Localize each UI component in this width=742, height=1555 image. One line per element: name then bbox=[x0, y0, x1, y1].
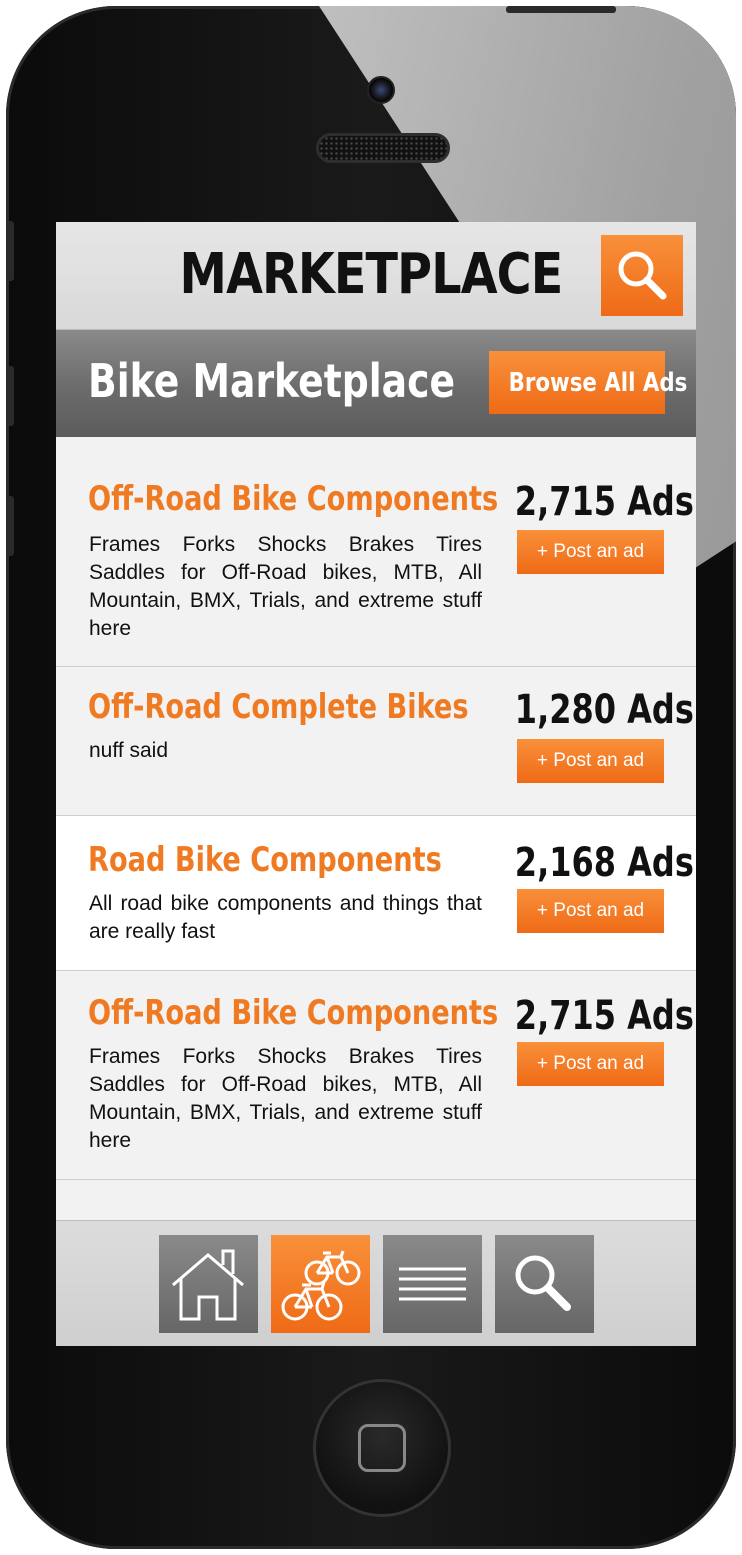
post-ad-button[interactable]: + Post an ad bbox=[517, 1042, 664, 1086]
nav-search-button[interactable] bbox=[495, 1235, 594, 1333]
category-description: Frames Forks Shocks Brakes Tires Saddles… bbox=[89, 533, 482, 640]
category-item[interactable]: Off-Road Complete Bikes nuff said 1,280 … bbox=[56, 667, 696, 816]
app-screen: MARKETPLACE Bike Marketplace Browse All … bbox=[56, 222, 696, 1346]
bottom-nav bbox=[56, 1220, 696, 1346]
bikes-icon bbox=[281, 1250, 361, 1321]
post-ad-button[interactable]: + Post an ad bbox=[517, 889, 664, 933]
category-description: nuff said bbox=[89, 739, 169, 762]
category-name[interactable]: Off-Road Bike Components bbox=[88, 993, 498, 1033]
post-ad-button[interactable]: + Post an ad bbox=[517, 739, 664, 783]
mute-switch bbox=[6, 221, 14, 281]
volume-up-button bbox=[6, 366, 14, 426]
nav-bikes-button[interactable] bbox=[271, 1235, 370, 1333]
section-header: Bike Marketplace Browse All Ads bbox=[56, 330, 696, 437]
category-ad-count: 2,168 Ads bbox=[514, 840, 694, 886]
browse-all-ads-button[interactable]: Browse All Ads bbox=[489, 351, 687, 414]
menu-lines-icon bbox=[399, 1267, 466, 1301]
category-name[interactable]: Off-Road Bike Components bbox=[88, 479, 498, 519]
header-search-button[interactable] bbox=[601, 235, 683, 316]
category-name[interactable]: Road Bike Components bbox=[88, 840, 442, 880]
power-button bbox=[506, 6, 616, 13]
category-list: Off-Road Bike Components Frames Forks Sh… bbox=[56, 437, 696, 1180]
app-header: MARKETPLACE bbox=[56, 222, 696, 330]
front-camera bbox=[367, 76, 395, 104]
post-ad-button[interactable]: + Post an ad bbox=[517, 530, 664, 574]
nav-list-button[interactable] bbox=[383, 1235, 482, 1333]
category-description: Frames Forks Shocks Brakes Tires Saddles… bbox=[89, 1045, 482, 1152]
home-icon bbox=[172, 1249, 244, 1321]
earpiece-speaker bbox=[316, 133, 450, 163]
home-button-square-icon bbox=[358, 1424, 406, 1472]
category-item[interactable]: Off-Road Bike Components Frames Forks Sh… bbox=[56, 437, 696, 667]
nav-home-button[interactable] bbox=[159, 1235, 258, 1333]
category-ad-count: 1,280 Ads bbox=[514, 687, 694, 733]
volume-down-button bbox=[6, 496, 14, 556]
section-title: Bike Marketplace bbox=[88, 354, 456, 408]
category-description: All road bike components and things that… bbox=[89, 892, 482, 943]
search-icon bbox=[618, 251, 667, 300]
category-ad-count: 2,715 Ads bbox=[514, 479, 694, 525]
category-name[interactable]: Off-Road Complete Bikes bbox=[88, 687, 469, 727]
app-title: MARKETPLACE bbox=[179, 242, 564, 307]
search-icon bbox=[515, 1255, 571, 1311]
category-item[interactable]: Road Bike Components All road bike compo… bbox=[56, 816, 696, 971]
category-item[interactable]: Off-Road Bike Components Frames Forks Sh… bbox=[56, 971, 696, 1180]
category-ad-count: 2,715 Ads bbox=[514, 993, 694, 1039]
